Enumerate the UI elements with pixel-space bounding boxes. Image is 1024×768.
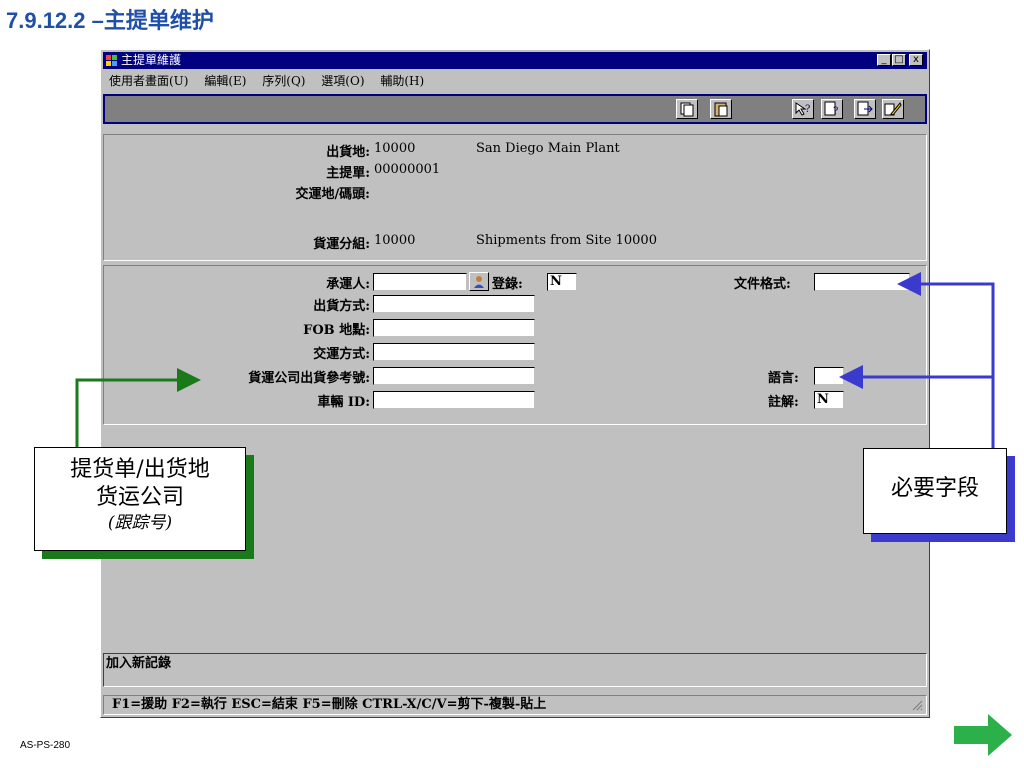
slide-code: AS-PS-280 [20, 740, 71, 751]
callout-line-2: 货运公司 [95, 485, 184, 510]
callout-line-1: 提货单/出货地 [70, 457, 210, 482]
green-connector [75, 368, 201, 448]
bol-carrier-callout: 提货单/出货地 货运公司 (跟踪号) [34, 447, 246, 551]
callout-connectors [75, 272, 995, 448]
blue-connector-top [897, 272, 995, 448]
required-fields-text: 必要字段 [890, 476, 979, 501]
next-arrow-icon[interactable] [952, 712, 1014, 758]
required-fields-callout: 必要字段 [863, 448, 1007, 534]
callout-line-3: (跟踪号) [107, 513, 173, 533]
